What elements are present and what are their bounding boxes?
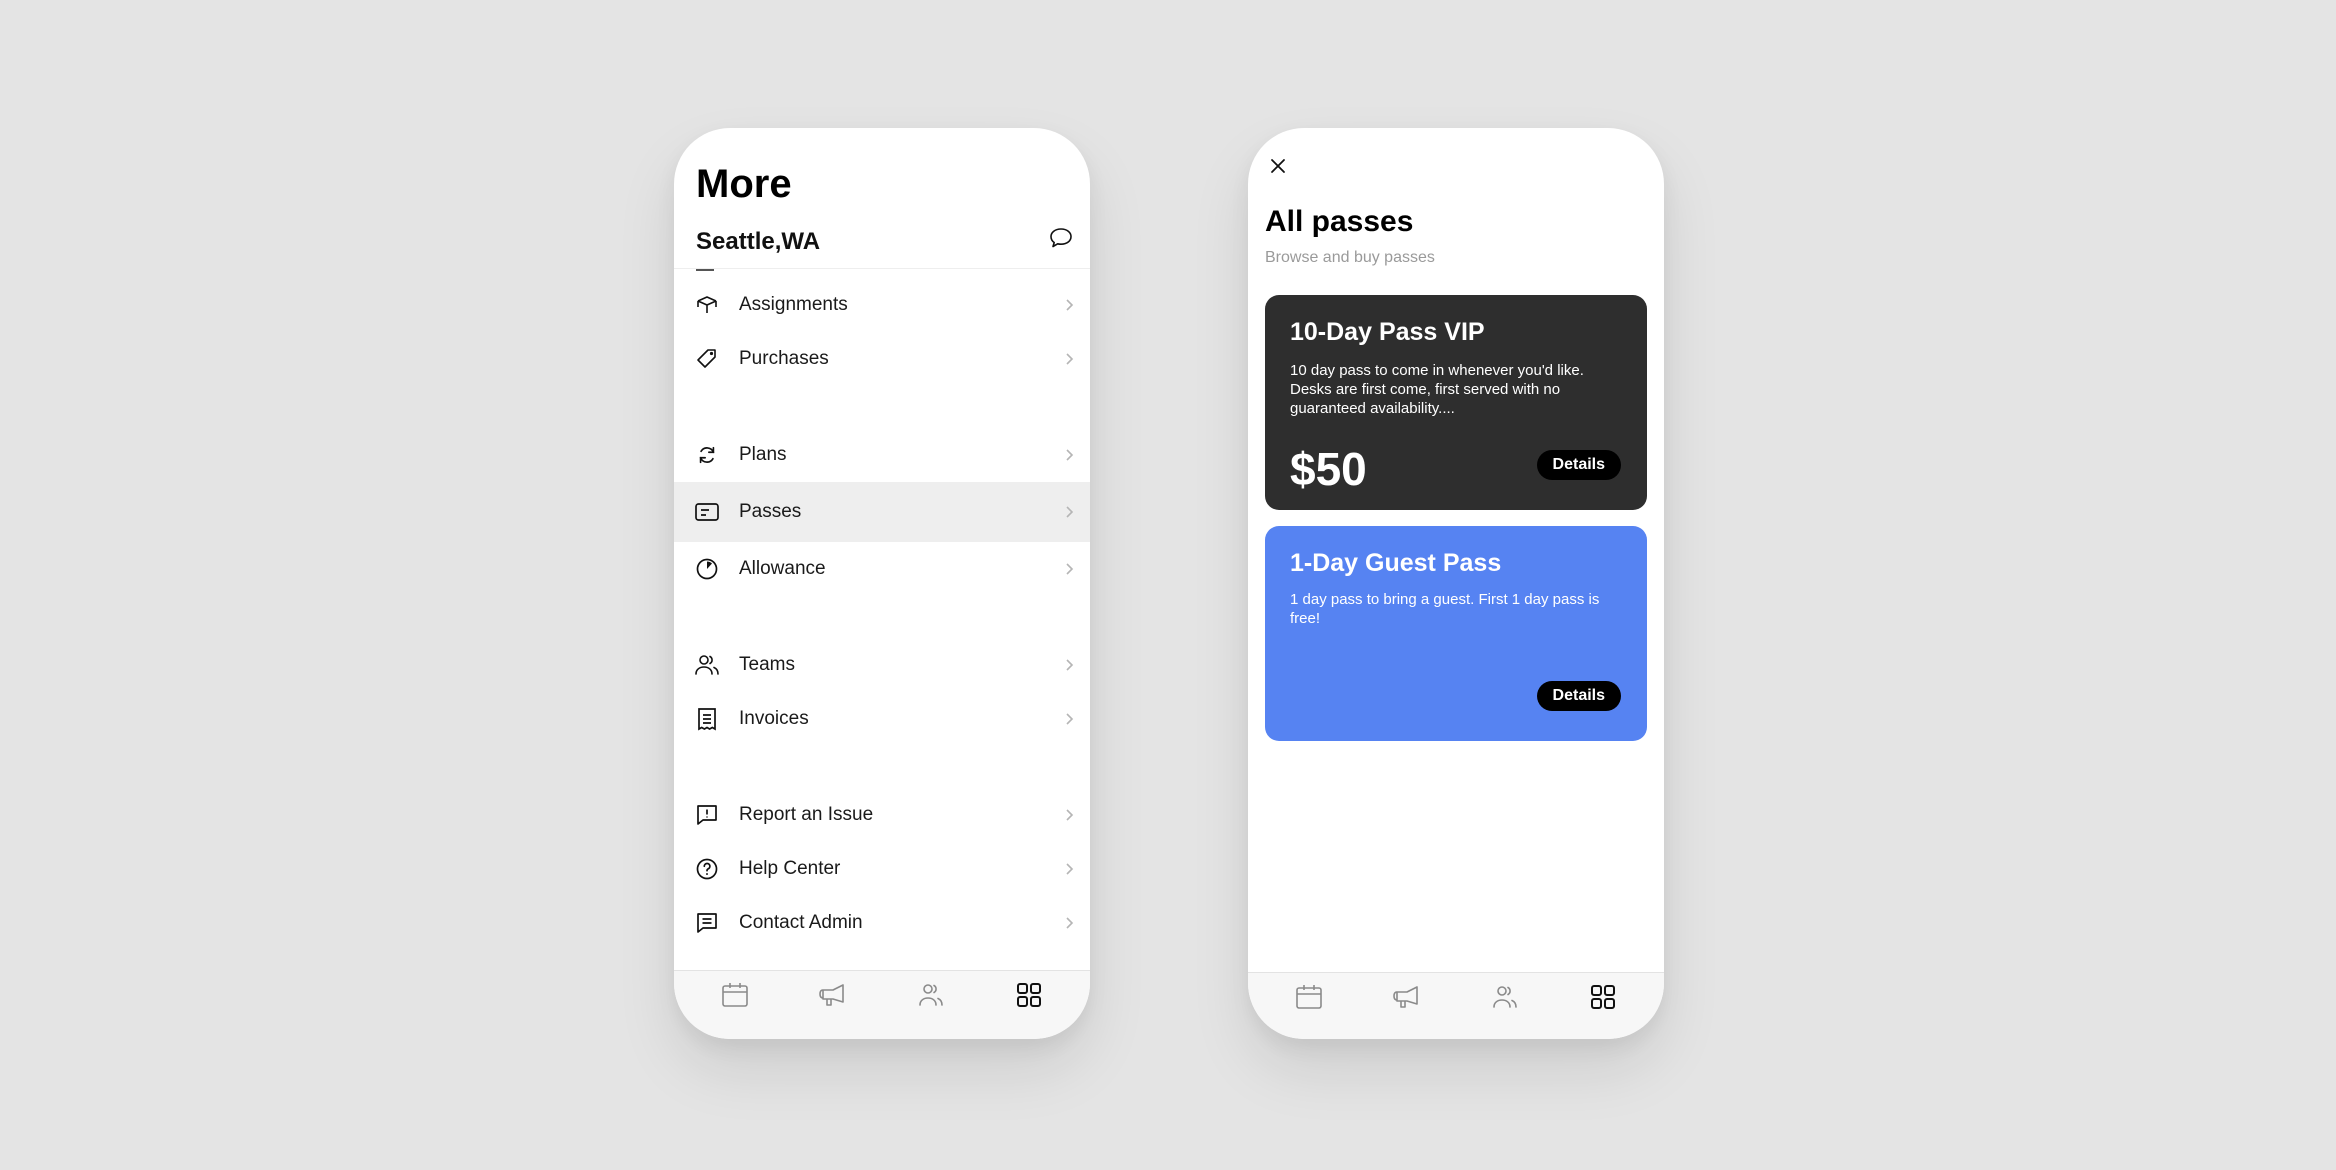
pass-price: $50 [1290, 443, 1367, 495]
help-circle-icon [694, 856, 720, 882]
close-button[interactable] [1266, 154, 1290, 178]
menu-item-assignments[interactable]: Assignments [674, 278, 1090, 332]
location-label: Seattle,WA [696, 228, 821, 255]
details-button[interactable]: Details [1536, 450, 1621, 480]
menu-item-label: Assignments [739, 294, 848, 315]
menu-item-passes[interactable]: Passes [674, 482, 1090, 542]
megaphone-icon [1393, 986, 1418, 1008]
chevron-right-icon [1066, 449, 1074, 461]
tag-icon [694, 346, 720, 372]
page-subtitle: Browse and buy passes [1265, 249, 1435, 266]
menu-list: Assignments Purchases Plans Passes Allow… [674, 278, 1090, 950]
calendar-icon [722, 983, 748, 1007]
scroll-indicator [696, 269, 714, 271]
chevron-right-icon [1066, 506, 1074, 518]
pie-timer-icon [694, 556, 720, 582]
details-button[interactable]: Details [1536, 681, 1621, 711]
calendar-icon [1296, 985, 1322, 1009]
header-divider [674, 268, 1090, 269]
chevron-right-icon [1066, 659, 1074, 671]
menu-item-help-center[interactable]: Help Center [674, 842, 1090, 896]
menu-item-label: Plans [739, 444, 787, 465]
chevron-right-icon [1066, 713, 1074, 725]
close-icon [1271, 159, 1285, 173]
grid-icon [1017, 983, 1041, 1007]
pass-name: 1-Day Guest Pass [1290, 549, 1502, 577]
menu-item-label: Contact Admin [739, 912, 863, 933]
chevron-right-icon [1066, 299, 1074, 311]
menu-item-label: Purchases [739, 348, 829, 369]
pass-description: 10 day pass to come in whenever you'd li… [1290, 362, 1584, 417]
page-title: All passes [1265, 205, 1414, 238]
menu-item-purchases[interactable]: Purchases [674, 332, 1090, 386]
passes-screen: All passes Browse and buy passes 10-Day … [1248, 128, 1664, 1039]
pass-card-icon [694, 499, 720, 525]
users-icon [694, 652, 720, 678]
menu-item-label: Invoices [739, 708, 809, 729]
menu-item-contact-admin[interactable]: Contact Admin [674, 896, 1090, 950]
chevron-right-icon [1066, 563, 1074, 575]
message-icon [694, 910, 720, 936]
users-icon [919, 984, 943, 1006]
tab-bar [1248, 972, 1664, 1039]
chevron-right-icon [1066, 353, 1074, 365]
tab-bar [674, 970, 1090, 1039]
chevron-right-icon [1066, 863, 1074, 875]
menu-item-label: Passes [739, 501, 802, 522]
grid-icon [1591, 985, 1615, 1009]
menu-item-invoices[interactable]: Invoices [674, 692, 1090, 746]
pass-card[interactable]: 10-Day Pass VIP 10 day pass to come in w… [1265, 295, 1647, 510]
receipt-icon [694, 706, 720, 732]
menu-item-teams[interactable]: Teams [674, 638, 1090, 692]
chevron-right-icon [1066, 809, 1074, 821]
more-screen: More Seattle,WA Assignments Purchases Pl… [674, 128, 1090, 1039]
menu-item-label: Allowance [739, 558, 826, 579]
menu-item-allowance[interactable]: Allowance [674, 542, 1090, 596]
tab-calendar[interactable] [705, 971, 765, 1019]
tab-people[interactable] [901, 971, 961, 1019]
tab-people[interactable] [1475, 973, 1535, 1021]
menu-item-label: Teams [739, 654, 795, 675]
page-title: More [696, 162, 792, 206]
refresh-icon [694, 442, 720, 468]
menu-item-plans[interactable]: Plans [674, 428, 1090, 482]
tab-calendar[interactable] [1279, 973, 1339, 1021]
pass-description: 1 day pass to bring a guest. First 1 day… [1290, 591, 1600, 627]
menu-item-label: Help Center [739, 858, 841, 879]
users-icon [1493, 986, 1517, 1008]
chat-button[interactable] [1046, 224, 1076, 254]
tab-announcements[interactable] [803, 971, 863, 1019]
tab-more[interactable] [1573, 973, 1633, 1021]
pass-card[interactable]: 1-Day Guest Pass 1 day pass to bring a g… [1265, 526, 1647, 741]
pass-name: 10-Day Pass VIP [1290, 318, 1485, 346]
megaphone-icon [819, 984, 844, 1006]
tab-announcements[interactable] [1377, 973, 1437, 1021]
chevron-right-icon [1066, 917, 1074, 929]
menu-item-label: Report an Issue [739, 804, 874, 825]
report-bubble-icon [694, 802, 720, 828]
chat-bubble-icon [1050, 228, 1072, 248]
box-icon [694, 292, 720, 318]
tab-more[interactable] [999, 971, 1059, 1019]
menu-item-report-issue[interactable]: Report an Issue [674, 788, 1090, 842]
